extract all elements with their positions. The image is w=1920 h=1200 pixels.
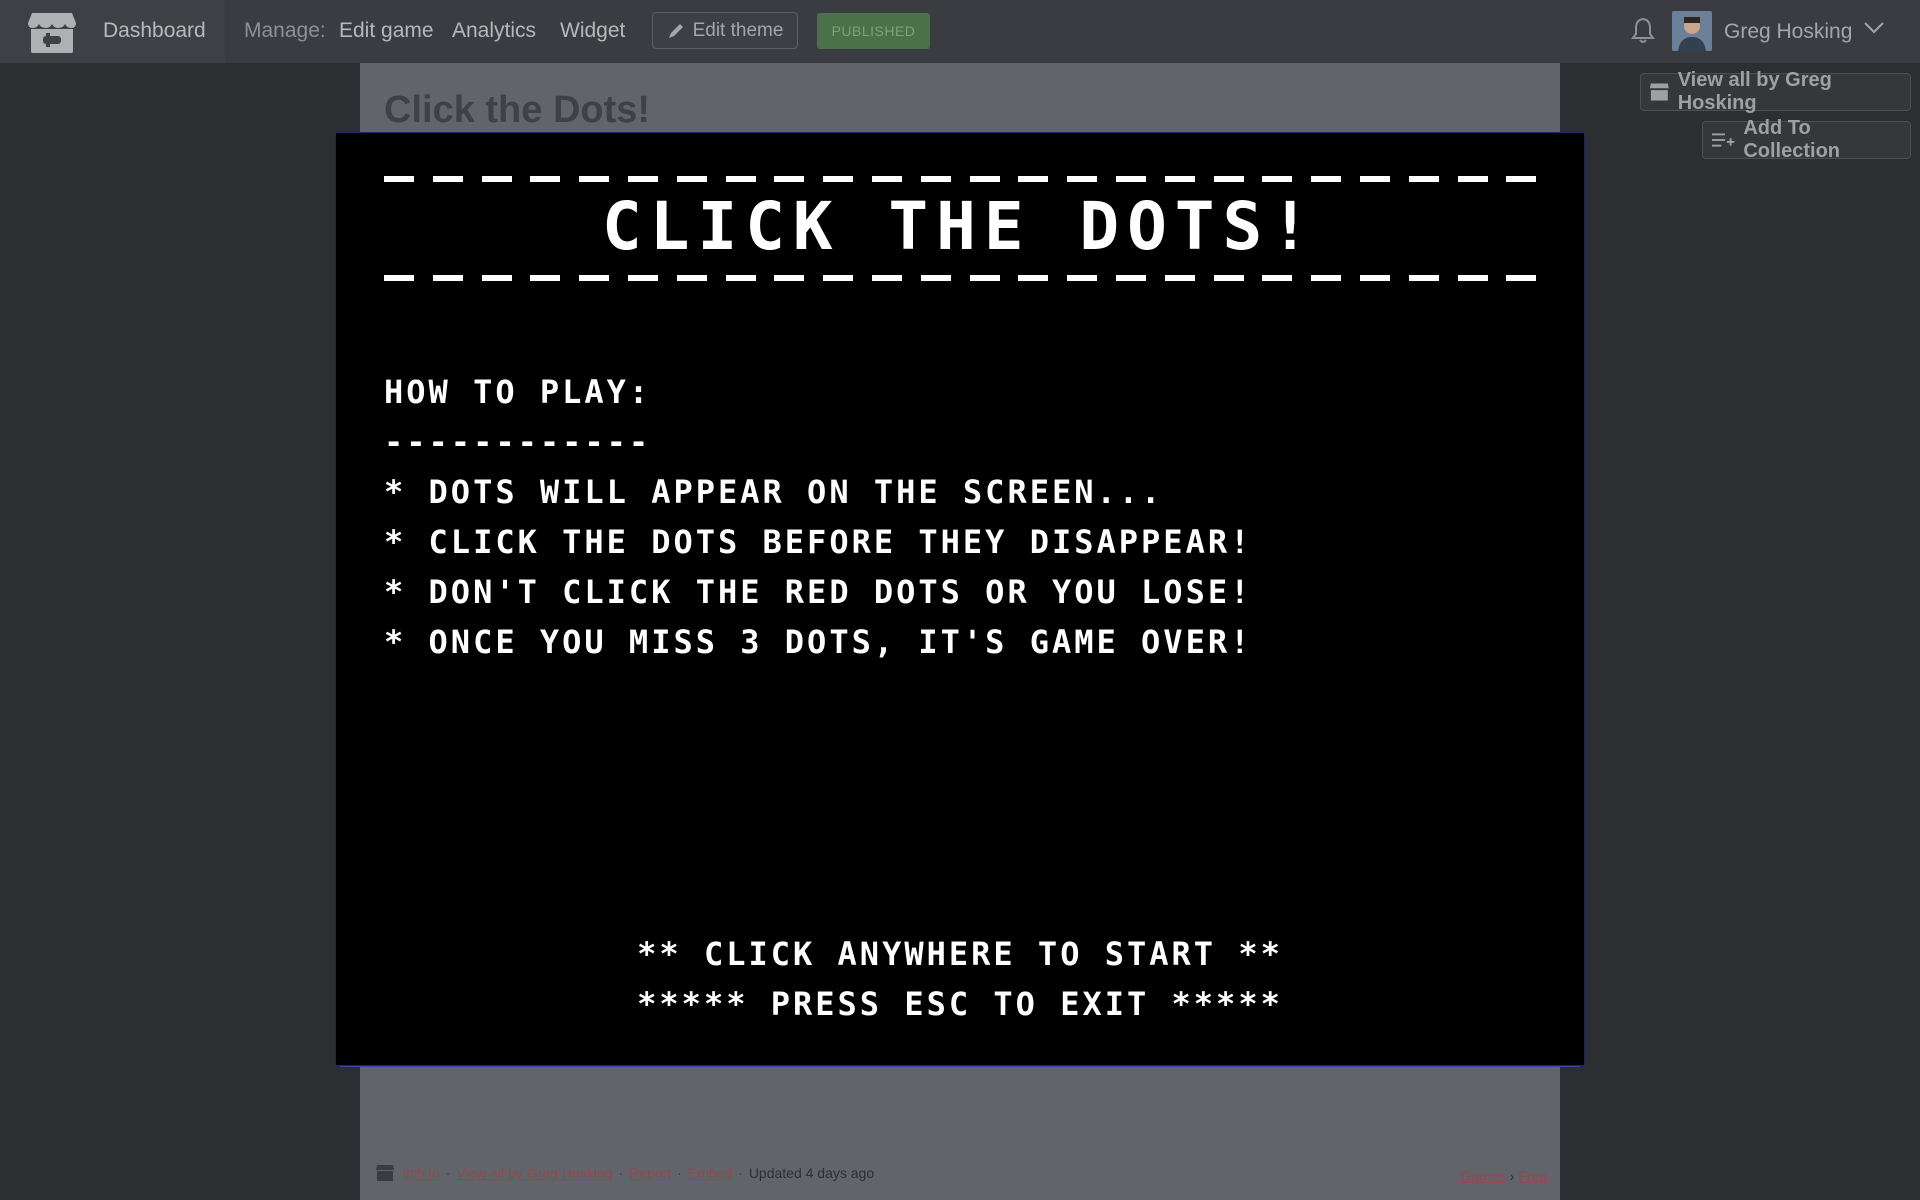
rule-line: * CLICK THE DOTS BEFORE THEY DISAPPEAR! — [384, 523, 1253, 561]
dash-segment — [1262, 176, 1293, 182]
dash-segment — [432, 275, 463, 281]
dash-segment — [676, 275, 707, 281]
dash-segment — [1457, 275, 1488, 281]
dash-segment — [579, 275, 610, 281]
dash-segment — [1408, 176, 1439, 182]
pencil-icon — [668, 23, 683, 38]
dash-segment — [872, 176, 902, 182]
view-all-button[interactable]: View all by Greg Hosking — [1640, 69, 1911, 114]
edit-theme-button[interactable]: Edit theme — [652, 12, 798, 49]
dash-segment — [1116, 176, 1146, 182]
breadcrumb-free[interactable]: Free — [1518, 1168, 1547, 1184]
dash-segment — [969, 176, 1000, 182]
dash-segment — [1018, 176, 1049, 182]
start-prompt: ** CLICK ANYWHERE TO START ** — [637, 935, 1283, 973]
notification-bell-icon[interactable] — [1631, 16, 1655, 44]
dash-segment — [1067, 275, 1098, 281]
dash-segment — [1213, 176, 1244, 182]
itchio-logo-icon — [1649, 83, 1669, 101]
footer-report-link[interactable]: Report — [629, 1165, 671, 1181]
dash-segment — [920, 275, 951, 281]
itchio-logo-icon — [376, 1165, 394, 1181]
dash-segment — [481, 176, 512, 182]
avatar[interactable] — [1672, 11, 1712, 51]
dash-segment — [628, 176, 658, 182]
title-dash-top — [384, 176, 1537, 182]
itchio-logo-icon[interactable] — [27, 11, 77, 54]
dash-segment — [1164, 176, 1195, 182]
add-collection-label: Add To Collection — [1743, 117, 1840, 162]
nav-widget[interactable]: Widget — [560, 19, 625, 43]
dash-segment — [1360, 275, 1390, 281]
dashboard-link[interactable]: Dashboard — [103, 19, 206, 43]
dash-segment — [1506, 176, 1537, 182]
dash-segment — [1360, 176, 1390, 182]
top-bar: Dashboard Manage: Edit game Analytics Wi… — [0, 0, 1920, 63]
footer-view-all-link[interactable]: View all by Greg Hosking — [456, 1165, 612, 1181]
dash-segment — [432, 176, 463, 182]
dash-segment — [1164, 275, 1195, 281]
dash-segment — [1067, 176, 1098, 182]
rule-line: * DOTS WILL APPEAR ON THE SCREEN... — [384, 473, 1164, 511]
add-to-collection-button[interactable]: Add To Collection — [1702, 117, 1911, 162]
footer-separator: · — [445, 1165, 451, 1181]
game-title: CLICK THE DOTS! — [601, 188, 1319, 265]
exit-prompt: ***** PRESS ESC TO EXIT ***** — [637, 985, 1283, 1023]
edit-theme-label: Edit theme — [692, 19, 784, 41]
title-dash-bottom — [384, 275, 1537, 281]
dash-segment — [1311, 176, 1342, 182]
dash-segment — [384, 275, 414, 281]
dash-segment — [872, 275, 902, 281]
breadcrumb: Games › Free — [1461, 1168, 1547, 1184]
how-to-play-heading: HOW TO PLAY: — [384, 373, 652, 411]
footer-embed-link[interactable]: Embed — [688, 1165, 732, 1181]
manage-label: Manage: — [244, 19, 326, 42]
user-avatar-icon — [1672, 11, 1712, 51]
dash-segment — [1311, 275, 1342, 281]
page-title: Click the Dots! — [384, 89, 651, 131]
dash-segment — [1018, 275, 1049, 281]
nav-analytics[interactable]: Analytics — [452, 19, 536, 43]
user-name[interactable]: Greg Hosking — [1724, 20, 1852, 44]
dash-segment — [530, 275, 561, 281]
game-canvas[interactable]: CLICK THE DOTS! HOW TO PLAY: -----------… — [336, 133, 1584, 1065]
dash-segment — [1213, 275, 1244, 281]
dash-segment — [823, 176, 854, 182]
dash-segment — [384, 176, 414, 182]
footer-separator: · — [618, 1165, 624, 1181]
page-footer: itch.io · View all by Greg Hosking · Rep… — [375, 1164, 1547, 1190]
dash-segment — [774, 176, 805, 182]
dash-segment — [969, 275, 1000, 281]
dash-segment — [774, 275, 805, 281]
dash-segment — [920, 176, 951, 182]
rule-line: * ONCE YOU MISS 3 DOTS, IT'S GAME OVER! — [384, 623, 1253, 661]
dash-segment — [628, 275, 658, 281]
breadcrumb-separator: › — [1509, 1168, 1515, 1184]
footer-separator: · — [677, 1165, 682, 1181]
view-all-label: View all by Greg Hosking — [1677, 69, 1832, 114]
breadcrumb-games[interactable]: Games — [1461, 1168, 1506, 1184]
dash-segment — [481, 275, 512, 281]
dash-segment — [1262, 275, 1293, 281]
dash-segment — [530, 176, 561, 182]
dash-segment — [1408, 275, 1439, 281]
dash-segment — [1506, 275, 1537, 281]
published-badge[interactable]: PUBLISHED — [817, 13, 930, 49]
dash-segment — [1457, 176, 1488, 182]
dash-segment — [676, 176, 707, 182]
rule-line: * DON'T CLICK THE RED DOTS OR YOU LOSE! — [384, 573, 1253, 611]
footer-itchio-link[interactable]: itch.io — [403, 1165, 440, 1181]
footer-links: itch.io · View all by Greg Hosking · Rep… — [375, 1164, 874, 1182]
nav-edit-game[interactable]: Edit game — [339, 19, 434, 43]
chevron-down-icon[interactable] — [1863, 20, 1885, 36]
dash-segment — [579, 176, 610, 182]
playlist-add-icon — [1711, 133, 1735, 147]
footer-separator: · — [738, 1165, 743, 1181]
how-to-play-underline: ------------ — [384, 423, 652, 461]
footer-updated: Updated 4 days ago — [748, 1165, 875, 1181]
dash-segment — [725, 176, 756, 182]
dash-segment — [1116, 275, 1146, 281]
dash-segment — [725, 275, 756, 281]
dash-segment — [823, 275, 854, 281]
